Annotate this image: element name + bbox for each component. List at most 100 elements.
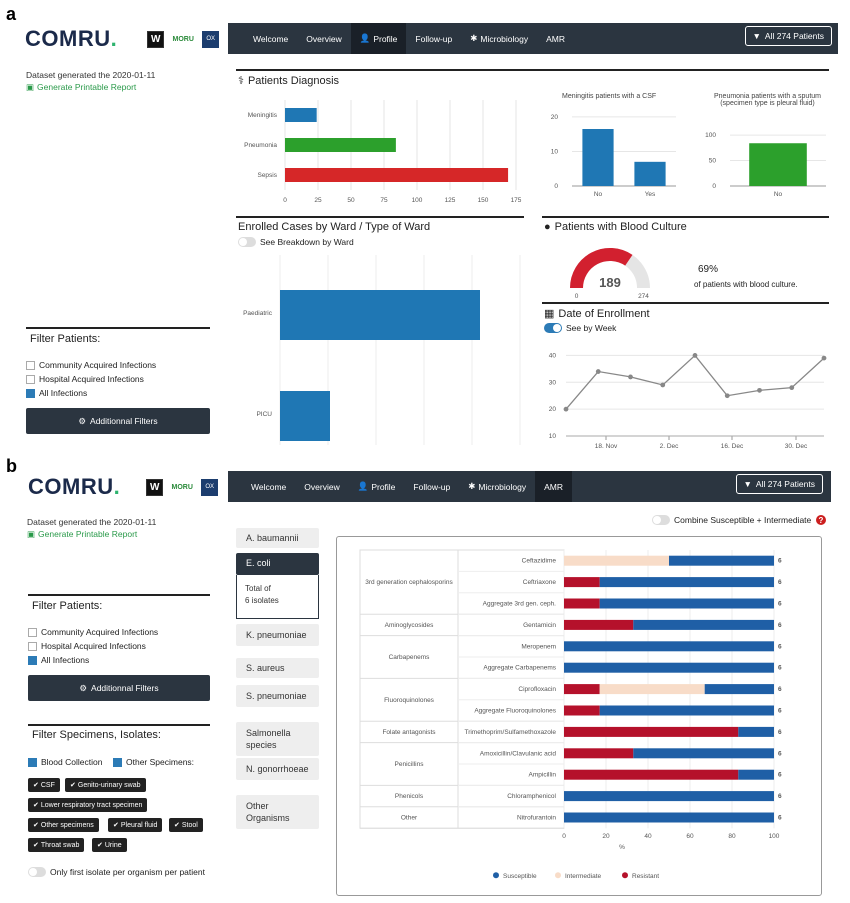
organism-e-coli[interactable]: E. coli	[236, 553, 319, 575]
drug-class-label: 3rd generation cephalosporins	[365, 579, 453, 586]
count-label: 6	[778, 558, 782, 565]
antibiotic-label: Ciprofloxacin	[518, 686, 556, 693]
first-isolate-toggle[interactable]: Only first isolate per organism per pati…	[28, 867, 205, 877]
nav-welcome[interactable]: Welcome	[242, 471, 295, 502]
y-tick-label: 30	[549, 379, 557, 386]
nav-overview[interactable]: Overview	[297, 23, 350, 54]
check-icon: ✔	[174, 822, 180, 829]
drug-class-label: Other	[401, 815, 418, 822]
csf-chart: 0 10 20 No Yes	[551, 114, 676, 198]
drug-class-label: Penicillins	[395, 761, 425, 768]
filter-all[interactable]: All Infections	[28, 655, 89, 665]
patients-filter-button[interactable]: ▼ All 274 Patients	[735, 474, 823, 494]
x-tick-label: 100	[412, 197, 423, 202]
patients-filter-button[interactable]: ▼ All 274 Patients	[744, 26, 832, 46]
nav-microbiology[interactable]: ✱ Microbiology	[459, 471, 535, 502]
toggle-switch[interactable]	[652, 515, 670, 525]
checkbox[interactable]	[28, 757, 37, 767]
nav-profile[interactable]: 👤 Profile	[350, 23, 407, 54]
bar-susceptible	[633, 619, 774, 630]
oxford-logo-icon: OX	[202, 30, 220, 48]
checkbox[interactable]	[26, 360, 35, 370]
bar-susceptible	[564, 641, 774, 652]
dataset-generated-text: Dataset generated the 2020-01-11	[26, 70, 156, 80]
blood-collection-checkbox[interactable]: Blood Collection	[28, 757, 102, 767]
nav-microbiology[interactable]: ✱ Microbiology	[461, 23, 537, 54]
filter-hospital[interactable]: Hospital Acquired Infections	[26, 374, 144, 384]
filter-all[interactable]: All Infections	[26, 388, 87, 398]
ward-breakdown-toggle[interactable]: See Breakdown by Ward	[238, 237, 354, 247]
checkbox[interactable]	[26, 374, 35, 384]
filter-hospital[interactable]: Hospital Acquired Infections	[28, 641, 146, 651]
additional-filters-button[interactable]: ⚙ Additionnal Filters	[26, 408, 210, 434]
bar-meningitis	[285, 108, 317, 122]
antibiotic-label: Trimethoprim/Sulfamethoxazole	[464, 729, 556, 736]
nav-overview[interactable]: Overview	[295, 471, 348, 502]
y-tick-label: 0	[554, 183, 558, 190]
nav-follow-up[interactable]: Follow-up	[406, 23, 461, 54]
nav-amr[interactable]: AMR	[537, 23, 574, 54]
y-tick-label: 0	[712, 183, 716, 190]
tag-other-specimens[interactable]: ✔ Other specimens	[28, 818, 99, 832]
nav-welcome[interactable]: Welcome	[244, 23, 297, 54]
printable-report-link[interactable]: ▣ Generate Printable Report	[27, 529, 137, 540]
help-icon[interactable]: ?	[816, 515, 826, 525]
legend-label: Intermediate	[565, 873, 602, 880]
bar-susceptible	[599, 598, 774, 609]
organism-k-pneumoniae[interactable]: K. pneumoniae	[236, 624, 319, 646]
tag-csf[interactable]: ✔ CSF	[28, 778, 60, 792]
organism-a-baumannii[interactable]: A. baumannii	[236, 528, 319, 548]
bar-susceptible	[564, 662, 774, 673]
x-tick-label: 30. Dec	[785, 443, 808, 450]
blood-culture-gauge: 189 0 274	[570, 248, 650, 300]
other-specimens-checkbox[interactable]: Other Specimens:	[113, 757, 194, 767]
nav-amr[interactable]: AMR	[535, 471, 572, 502]
ward-chart: Paediatric PICU	[243, 255, 521, 445]
drug-class-label: Aminoglycosides	[385, 622, 435, 629]
organism-other[interactable]: Other Organisms	[236, 795, 319, 829]
wellcome-logo-icon: W	[146, 478, 164, 496]
organism-s-pneumoniae[interactable]: S. pneumoniae	[236, 685, 319, 707]
tag-pleural-fluid[interactable]: ✔ Pleural fluid	[108, 818, 163, 832]
week-toggle[interactable]: See by Week	[544, 323, 616, 333]
tag-genito-urinary[interactable]: ✔ Genito-urinary swab	[65, 778, 146, 792]
organism-n-gonorrhoeae[interactable]: N. gonorrhoeae	[236, 758, 319, 780]
bar-susceptible	[738, 769, 774, 780]
enrollment-point	[692, 353, 698, 358]
count-label: 6	[778, 686, 782, 693]
organism-salmonella[interactable]: Salmonella species	[236, 722, 319, 756]
top-navbar: Welcome Overview 👤 Profile Follow-up ✱ Mic…	[228, 471, 831, 502]
count-label: 6	[778, 601, 782, 608]
checkbox[interactable]	[28, 655, 37, 665]
filter-community[interactable]: Community Acquired Infections	[28, 627, 158, 637]
checkbox[interactable]	[28, 627, 37, 637]
tag-lower-respiratory[interactable]: ✔ Lower respiratory tract specimen	[28, 798, 148, 812]
enrollment-point	[821, 355, 827, 361]
combine-toggle[interactable]: Combine Susceptible + Intermediate	[652, 515, 811, 525]
tag-stool[interactable]: ✔ Stool	[169, 818, 203, 832]
x-tick-label: 50	[347, 197, 355, 202]
x-tick-label: 100	[769, 833, 780, 840]
checkbox[interactable]	[28, 641, 37, 651]
checkbox[interactable]	[113, 757, 122, 767]
organism-s-aureus[interactable]: S. aureus	[236, 658, 319, 678]
x-tick-label: 75	[380, 197, 388, 202]
checkbox[interactable]	[26, 388, 35, 398]
enrollment-point	[789, 385, 795, 391]
tag-urine[interactable]: ✔ Urine	[92, 838, 127, 852]
additional-filters-button[interactable]: ⚙ Additionnal Filters	[28, 675, 210, 701]
toggle-switch[interactable]	[238, 237, 256, 247]
printable-report-link[interactable]: ▣ Generate Printable Report	[26, 82, 136, 93]
nav-profile[interactable]: 👤 Profile	[349, 471, 405, 502]
x-tick-label: 2. Dec	[660, 443, 680, 450]
filter-community[interactable]: Community Acquired Infections	[26, 360, 156, 370]
toggle-switch[interactable]	[28, 867, 46, 877]
nav-follow-up[interactable]: Follow-up	[404, 471, 459, 502]
bar-resistant	[564, 577, 600, 588]
file-icon: ▣	[27, 529, 36, 539]
tag-throat-swab[interactable]: ✔ Throat swab	[28, 838, 85, 852]
toggle-switch[interactable]	[544, 323, 562, 333]
bar-resistant	[564, 769, 739, 780]
bar-intermediate	[564, 555, 669, 566]
bug-icon: ✱	[468, 481, 476, 491]
